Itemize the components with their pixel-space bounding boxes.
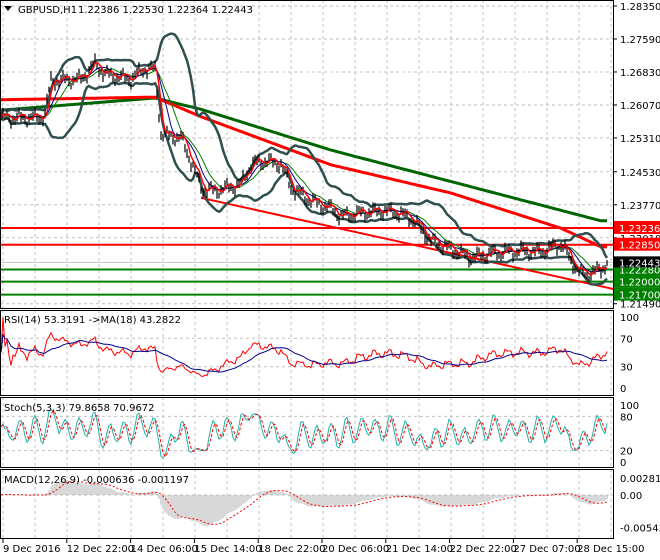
- stoch-tick-label: 80: [620, 412, 633, 423]
- level-price-label: 1.21700: [619, 291, 660, 302]
- price-tick-label: 1.28350: [620, 2, 660, 13]
- time-tick-label: 12 Dec 22:00: [67, 544, 134, 555]
- bollinger-upper-line: [0, 32, 609, 259]
- rsi-tick-label: 0: [620, 384, 626, 395]
- time-tick-label: 9 Dec 2016: [3, 544, 61, 555]
- price-tick-label: 1.24530: [620, 168, 660, 179]
- rsi-tick-label: 100: [620, 313, 639, 324]
- price-tick-label: 1.26830: [620, 68, 660, 79]
- stoch-tick-label: 100: [620, 401, 639, 412]
- time-tick-label: 28 Dec 15:00: [577, 544, 644, 555]
- chart-window[interactable]: 1.28350 1.27590 1.26830 1.26070 1.25310 1.245…: [0, 0, 660, 560]
- stoch-tick-label: 20: [620, 447, 633, 458]
- level-price-label: 1.22850: [619, 241, 660, 252]
- symbol-label: GBPUSD,H1: [18, 5, 77, 16]
- price-panel[interactable]: [0, 32, 618, 296]
- price-tick-label: 1.27590: [620, 35, 660, 46]
- level-price-label: 1.23236: [619, 224, 660, 235]
- time-tick-label: 18 Dec 22:00: [258, 544, 325, 555]
- level-price-label: 1.22000: [619, 278, 660, 289]
- rsi-label: RSI(14) 53.3191 ->MA(18) 43.2822: [4, 315, 181, 326]
- macd-signal-line: [0, 480, 608, 525]
- triangle-down-icon[interactable]: [4, 6, 12, 11]
- time-tick-label: 27 Dec 07:00: [513, 544, 580, 555]
- time-tick-label: 15 Dec 14:00: [194, 544, 261, 555]
- time-tick-label: 14 Dec 06:00: [131, 544, 198, 555]
- price-axis: 1.28350 1.27590 1.26830 1.26070 1.25310 1.245…: [613, 2, 660, 535]
- macd-tick-label: 0.002818: [620, 474, 660, 485]
- chart-canvas[interactable]: 1.28350 1.27590 1.26830 1.26070 1.25310 1.245…: [0, 0, 660, 560]
- current-price-label: 1.22443: [619, 258, 660, 269]
- time-tick-label: 21 Dec 14:00: [386, 544, 453, 555]
- macd-tick-label: -0.005439: [620, 524, 660, 535]
- price-tick-label: 1.25310: [620, 134, 660, 145]
- ma-4-line: [0, 61, 608, 277]
- stoch-label: Stoch(5,3,3) 79.8658 70.9672: [4, 403, 155, 414]
- price-tick-label: 1.26070: [620, 101, 660, 112]
- macd-label: MACD(12,26,9) -0.000636 -0.001197: [4, 475, 189, 486]
- ohlc-readout: 1.22386 1.22530 1.22364 1.22443: [78, 5, 253, 16]
- time-axis: 9 Dec 2016 12 Dec 22:0014 Dec 06:0015 Dec…: [2, 538, 644, 555]
- time-tick-label: 20 Dec 06:00: [322, 544, 389, 555]
- macd-panel[interactable]: [0, 480, 608, 527]
- time-tick-label: 22 Dec 22:00: [450, 544, 517, 555]
- rsi-tick-label: 30: [620, 363, 633, 374]
- macd-tick-label: 0.00: [620, 491, 642, 502]
- rsi-tick-label: 70: [620, 334, 633, 345]
- bollinger-lower-line: [0, 81, 608, 286]
- price-tick-label: 1.23770: [620, 201, 660, 212]
- stoch-tick-label: 0: [620, 458, 626, 469]
